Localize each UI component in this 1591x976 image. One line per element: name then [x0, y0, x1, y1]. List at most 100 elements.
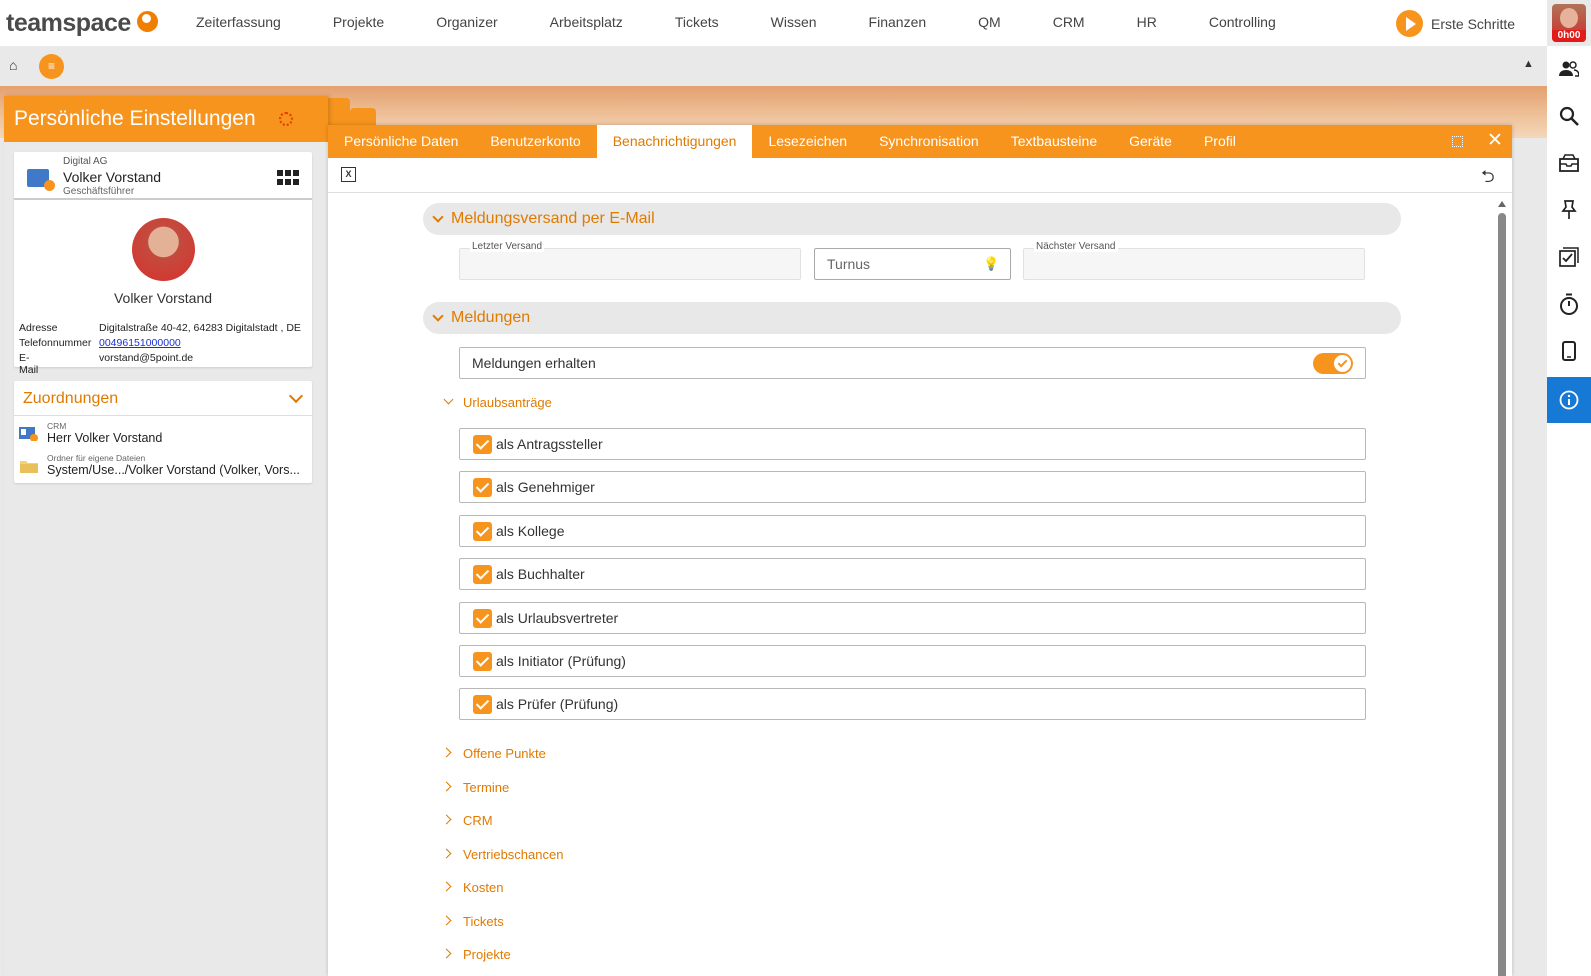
tab-benutzerkonto[interactable]: Benutzerkonto — [474, 125, 596, 158]
checkbox-row[interactable]: als Buchhalter — [459, 558, 1366, 591]
assignments-header[interactable]: Zuordnungen — [14, 381, 312, 416]
checkbox[interactable] — [473, 478, 492, 498]
group-title: Vertriebschancen — [463, 846, 564, 862]
turnus-input[interactable]: Turnus 💡 — [814, 248, 1011, 280]
checkbox-label: als Initiator (Prüfung) — [496, 653, 626, 669]
notifications-content: Meldungsversand per E-Mail Letzter Versa… — [328, 193, 1512, 976]
chevron-down-icon[interactable] — [288, 388, 304, 404]
logo-mark-icon — [137, 11, 158, 32]
collapse-up-icon[interactable]: ▲ — [1523, 58, 1534, 70]
chevron-right-icon — [441, 781, 452, 791]
tasks-icon[interactable] — [1547, 234, 1591, 280]
assignment-name: Herr Volker Vorstand — [47, 431, 163, 445]
close-icon[interactable]: ✕ — [1487, 130, 1503, 152]
right-icon-rail — [1547, 46, 1591, 976]
contact-card-icon — [19, 427, 38, 441]
chevron-down-icon — [432, 211, 444, 223]
checkbox-row[interactable]: als Kollege — [459, 514, 1366, 547]
grid-menu-icon[interactable] — [277, 170, 299, 186]
nav-tickets[interactable]: Tickets — [649, 0, 745, 46]
tab-benachrichtigungen[interactable]: Benachrichtigungen — [596, 125, 753, 158]
checkbox-row[interactable]: als Prüfer (Prüfung) — [459, 688, 1366, 721]
nav-qm[interactable]: QM — [952, 0, 1027, 46]
checkbox[interactable] — [473, 652, 492, 671]
checkbox[interactable] — [473, 521, 492, 541]
nav-arbeitsplatz[interactable]: Arbeitsplatz — [524, 0, 649, 46]
lightbulb-icon[interactable]: 💡 — [983, 256, 999, 272]
tab-profil[interactable]: Profil — [1188, 125, 1252, 158]
search-icon[interactable] — [1547, 93, 1591, 139]
tab-synchronisation[interactable]: Synchronisation — [863, 125, 995, 158]
scroll-up-icon[interactable] — [1498, 201, 1506, 207]
group-title: CRM — [463, 813, 493, 828]
pin-icon[interactable] — [1547, 187, 1591, 233]
nav-finanzen[interactable]: Finanzen — [843, 0, 953, 46]
email-section-header[interactable]: Meldungsversand per E-Mail — [423, 203, 1401, 235]
checkbox[interactable] — [473, 695, 492, 715]
chevron-down-icon — [443, 394, 454, 405]
tab-lesezeichen[interactable]: Lesezeichen — [752, 125, 863, 158]
info-icon[interactable] — [1547, 377, 1591, 423]
chevron-right-icon — [441, 948, 452, 959]
excel-export-icon[interactable]: X — [341, 167, 356, 182]
user-avatar[interactable]: 0h00 — [1552, 4, 1586, 42]
nav-controlling[interactable]: Controlling — [1183, 0, 1302, 46]
undo-icon[interactable]: ⮌ — [1481, 164, 1495, 193]
assignment-type: CRM — [47, 421, 67, 431]
dialog-toolbar: X ⮌ — [328, 158, 1512, 193]
stopwatch-icon[interactable] — [1547, 281, 1591, 327]
checkbox-row[interactable]: als Initiator (Prüfung) — [459, 645, 1366, 677]
meldungen-erhalten-label: Meldungen erhalten — [472, 355, 596, 371]
group-title: Termine — [463, 779, 510, 795]
settings-gear-icon[interactable] — [279, 112, 293, 126]
address-label: Adresse — [19, 322, 58, 334]
erste-schritte-button[interactable]: Erste Schritte — [1396, 10, 1515, 37]
assignments-card: Zuordnungen CRM Herr Volker Vorstand Ord… — [14, 381, 312, 483]
checkbox-row[interactable]: als Genehmiger — [459, 471, 1366, 504]
folder-icon — [20, 461, 38, 473]
email-section-title: Meldungsversand per E-Mail — [451, 210, 655, 227]
meldungen-erhalten-toggle[interactable] — [1313, 353, 1353, 374]
menu-icon[interactable]: ≡ — [39, 54, 64, 79]
mobile-icon[interactable] — [1547, 328, 1591, 374]
nav-zeiterfassung[interactable]: Zeiterfassung — [170, 0, 307, 46]
contact-card-icon — [27, 169, 55, 191]
letzter-versand-label: Letzter Versand — [470, 241, 545, 252]
tab-textbausteine[interactable]: Textbausteine — [995, 125, 1113, 158]
home-icon[interactable]: ⌂ — [9, 57, 17, 73]
play-icon — [1396, 10, 1423, 37]
checkbox[interactable] — [473, 565, 492, 585]
scrollbar[interactable] — [1498, 201, 1506, 976]
checkbox[interactable] — [473, 608, 492, 628]
urlaubsantraege-title: Urlaubsanträge — [463, 395, 552, 410]
meldungen-section-header[interactable]: Meldungen — [423, 302, 1401, 334]
nav-wissen[interactable]: Wissen — [745, 0, 843, 46]
nav-hr[interactable]: HR — [1111, 0, 1183, 46]
checkbox-label: als Buchhalter — [496, 566, 585, 583]
checkbox-row[interactable]: als Antragssteller — [459, 428, 1366, 460]
panel-title: Persönliche Einstellungen — [14, 107, 256, 130]
time-badge: 0h00 — [1552, 30, 1586, 42]
main-menu: Zeiterfassung Projekte Organizer Arbeitspla… — [170, 0, 1302, 46]
maximize-icon[interactable] — [1452, 136, 1463, 147]
checkbox-label: als Antragssteller — [496, 436, 603, 452]
nav-organizer[interactable]: Organizer — [410, 0, 523, 46]
checkbox-label: als Kollege — [496, 522, 565, 539]
users-icon[interactable] — [1547, 46, 1591, 92]
checkbox[interactable] — [473, 435, 492, 454]
tab-persönliche-daten[interactable]: Persönliche Daten — [328, 125, 474, 158]
turnus-placeholder: Turnus — [827, 256, 871, 272]
nav-projekte[interactable]: Projekte — [307, 0, 410, 46]
inbox-icon[interactable] — [1547, 140, 1591, 186]
app-logo[interactable]: teamspace — [6, 9, 131, 38]
nav-crm[interactable]: CRM — [1027, 0, 1111, 46]
sub-toolbar: ⌂ ≡ ▲ — [0, 46, 1547, 86]
chevron-right-icon — [441, 747, 452, 758]
checkbox-row[interactable]: als Urlaubsvertreter — [459, 601, 1366, 634]
meldungen-section-title: Meldungen — [451, 309, 531, 326]
phone-link[interactable]: 00496151000000 — [99, 337, 181, 349]
tab-geräte[interactable]: Geräte — [1113, 125, 1188, 158]
chevron-right-icon — [441, 881, 452, 892]
scroll-thumb[interactable] — [1498, 213, 1506, 976]
group-title: Projekte — [463, 947, 511, 962]
